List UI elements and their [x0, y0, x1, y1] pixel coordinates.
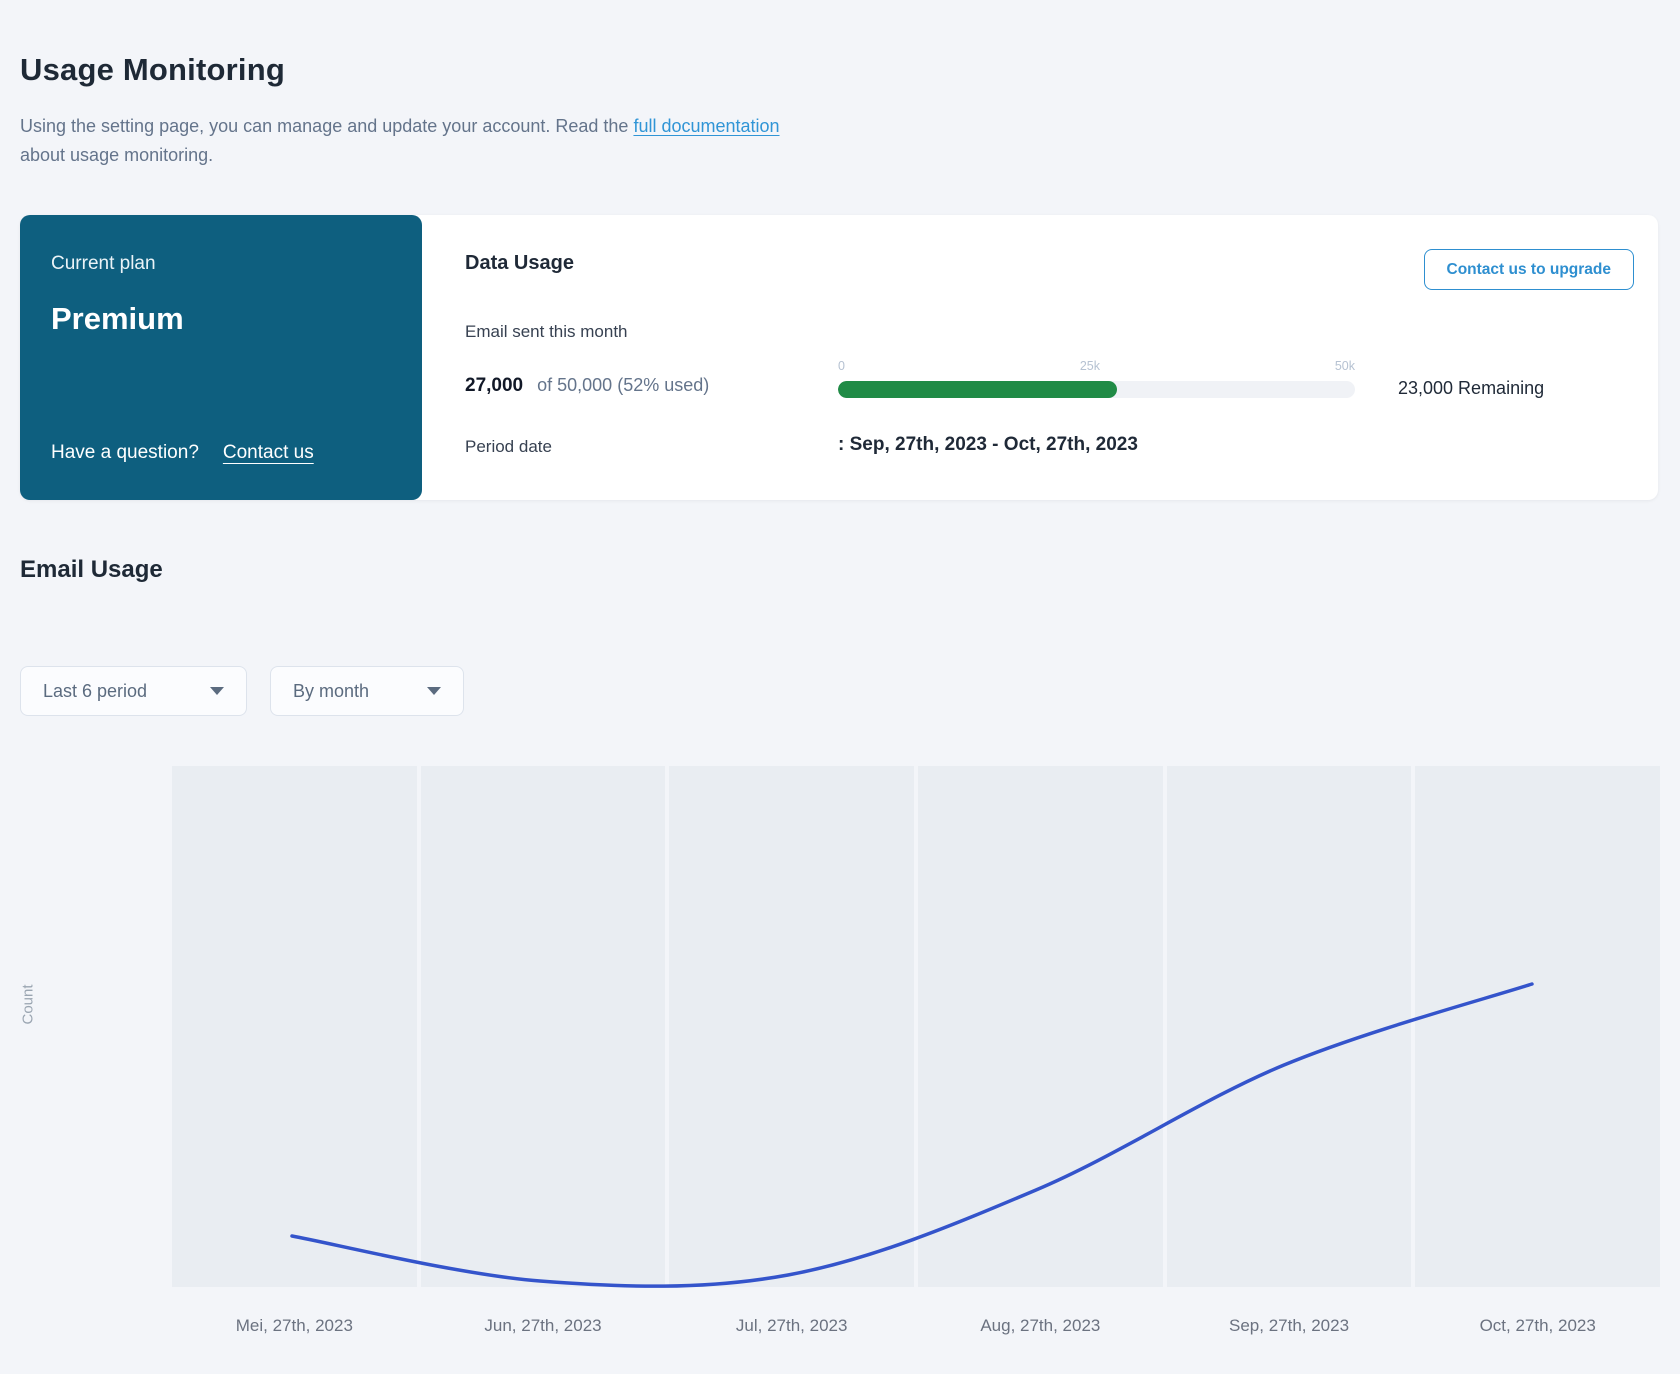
period-date-label: Period date	[465, 437, 552, 456]
data-usage-title: Data Usage	[465, 252, 574, 274]
usage-line-series	[290, 982, 1534, 1288]
progress-scale: 0 25k 50k	[838, 359, 1355, 373]
line-chart	[172, 766, 1661, 1288]
x-tick-oct: Oct, 27th, 2023	[1479, 1316, 1596, 1335]
x-tick-jul: Jul, 27th, 2023	[735, 1316, 848, 1335]
email-sent-count: 27,000	[465, 375, 524, 396]
x-tick-aug: Aug, 27th, 2023	[980, 1316, 1101, 1335]
plan-usage-card: Current plan Premium Have a question? Co…	[20, 215, 1658, 500]
period-filter-dropdown[interactable]: Last 6 period	[20, 666, 247, 716]
usage-progress-bar	[838, 381, 1355, 398]
progress-fill	[838, 381, 1118, 398]
current-plan-panel: Current plan Premium Have a question? Co…	[20, 215, 422, 500]
contact-us-link[interactable]: Contact us	[223, 442, 314, 464]
chevron-down-icon	[210, 687, 224, 695]
page-description: Using the setting page, you can manage a…	[20, 112, 780, 170]
x-tick-jun: Jun, 27th, 2023	[484, 1316, 602, 1335]
have-question-text: Have a question?	[51, 442, 199, 463]
email-sent-detail: of 50,000 (52% used)	[537, 375, 710, 395]
x-tick-sep: Sep, 27th, 2023	[1229, 1316, 1350, 1335]
plan-name: Premium	[51, 301, 184, 336]
page-title: Usage Monitoring	[20, 52, 285, 87]
scale-tick-50k: 50k	[1334, 359, 1355, 373]
scale-tick-0: 0	[838, 359, 845, 373]
period-filter-value: Last 6 period	[43, 680, 148, 701]
full-documentation-link[interactable]: full documentation	[633, 116, 779, 136]
description-text-line2: about usage monitoring.	[20, 145, 214, 165]
contact-us-to-upgrade-button[interactable]: Contact us to upgrade	[1423, 249, 1634, 290]
period-date-value: : Sep, 27th, 2023 - Oct, 27th, 2023	[838, 434, 1138, 455]
email-usage-title: Email Usage	[20, 556, 163, 583]
group-by-dropdown[interactable]: By month	[270, 666, 464, 716]
email-sent-values: 27,000 of 50,000 (52% used)	[465, 375, 709, 397]
current-plan-label: Current plan	[51, 253, 156, 274]
usage-line-svg	[290, 982, 1534, 1288]
y-axis-title: Count	[19, 984, 37, 1025]
description-text: Using the setting page, you can manage a…	[20, 116, 634, 136]
scale-tick-25k: 25k	[1079, 359, 1100, 373]
email-sent-label: Email sent this month	[465, 322, 628, 341]
chevron-down-icon	[427, 687, 441, 695]
x-axis-labels: Mei, 27th, 2023 Jun, 27th, 2023 Jul, 27t…	[172, 1316, 1660, 1336]
remaining-count: 23,000 Remaining	[1398, 378, 1545, 398]
x-tick-mei: Mei, 27th, 2023	[235, 1316, 353, 1335]
group-by-value: By month	[293, 680, 370, 701]
